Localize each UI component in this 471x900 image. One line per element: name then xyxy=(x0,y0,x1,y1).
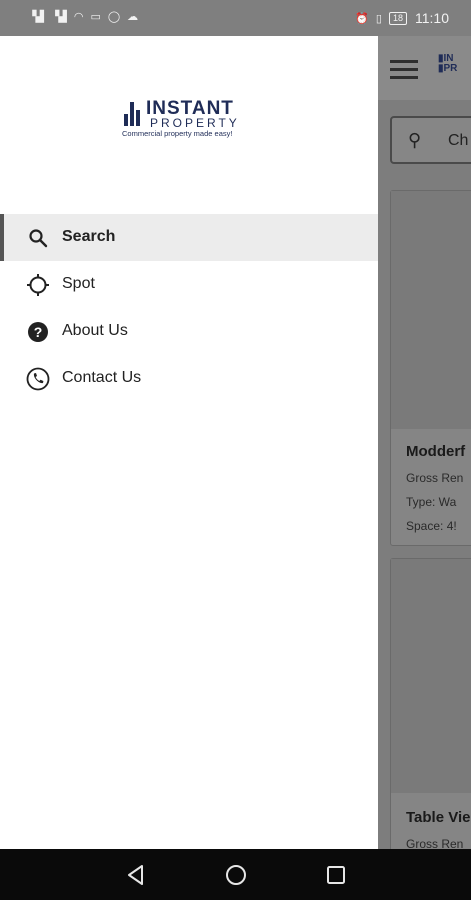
search-box[interactable]: ⚲ Ch xyxy=(390,116,471,164)
status-right-icons: ⏰ ▯ 18 11:10 xyxy=(355,10,449,26)
signal-icon: ▝▟ xyxy=(28,11,44,23)
menu-item-label: Search xyxy=(62,228,116,245)
property-image xyxy=(391,559,471,793)
phone-icon xyxy=(26,367,50,391)
menu-item-label: Contact Us xyxy=(62,369,142,386)
property-type: Type: Wa xyxy=(406,495,457,509)
menu-item-label: About Us xyxy=(62,322,128,339)
alarm-icon: ⏰ xyxy=(355,12,369,25)
drawer-menu: Search Spot ? About Us Contact Us xyxy=(0,214,378,402)
wifi-icon: ◠ xyxy=(73,11,84,23)
signal-icon: ▝▟ xyxy=(50,11,67,23)
property-space: Space: 4! xyxy=(406,519,457,533)
vibrate-icon: ▯ xyxy=(375,12,382,25)
app-toolbar: ▮IN ▮PR xyxy=(378,36,471,100)
recents-icon[interactable] xyxy=(324,863,348,887)
property-card[interactable]: Modderf Gross Ren Type: Wa Space: 4! xyxy=(390,190,471,546)
whatsapp-icon: ◯ xyxy=(107,11,120,23)
system-navigation-bar xyxy=(0,849,471,900)
logo-buildings-icon xyxy=(124,102,142,126)
navigation-drawer: INSTANT PROPERTY Commercial property mad… xyxy=(0,36,378,849)
property-title: Modderf xyxy=(406,443,466,460)
menu-item-search[interactable]: Search xyxy=(0,214,378,261)
clock: 11:10 xyxy=(415,10,449,26)
battery-icon: 18 xyxy=(388,11,407,25)
screen-cast-icon: ▭ xyxy=(90,11,100,23)
search-placeholder: Ch xyxy=(448,132,469,149)
status-bar: ▝▟ ▝▟ ◠ ▭ ◯ ☁ ⏰ ▯ 18 11:10 xyxy=(0,0,471,36)
status-left-icons: ▝▟ ▝▟ ◠ ▭ ◯ ☁ xyxy=(28,10,138,23)
property-gross-rent: Gross Ren xyxy=(406,837,464,849)
search-icon: ⚲ xyxy=(408,130,422,150)
menu-item-about-us[interactable]: ? About Us xyxy=(0,308,378,355)
logo-tagline: Commercial property made easy! xyxy=(122,129,233,138)
property-gross-rent: Gross Ren xyxy=(406,471,464,485)
hamburger-menu-icon[interactable] xyxy=(390,60,418,79)
crosshair-icon xyxy=(26,273,50,297)
instant-property-logo: INSTANT PROPERTY Commercial property mad… xyxy=(122,98,258,142)
cloud-icon: ☁ xyxy=(127,11,138,23)
property-card[interactable]: Table Vie Gross Ren xyxy=(390,558,471,849)
back-icon[interactable] xyxy=(124,863,148,887)
menu-item-spot[interactable]: Spot xyxy=(0,261,378,308)
logo-text-property: PROPERTY xyxy=(150,116,240,130)
menu-item-label: Spot xyxy=(62,275,95,292)
question-circle-icon: ? xyxy=(26,320,50,344)
toolbar-logo: ▮IN ▮PR xyxy=(438,53,458,74)
search-icon xyxy=(26,226,50,250)
background-app-scrim[interactable]: ▮IN ▮PR ⚲ Ch Modderf Gross Ren Type: Wa S… xyxy=(378,36,471,849)
property-title: Table Vie xyxy=(406,809,471,826)
menu-item-contact-us[interactable]: Contact Us xyxy=(0,355,378,402)
property-image xyxy=(391,191,471,429)
svg-text:?: ? xyxy=(34,324,43,340)
home-icon[interactable] xyxy=(224,863,248,887)
